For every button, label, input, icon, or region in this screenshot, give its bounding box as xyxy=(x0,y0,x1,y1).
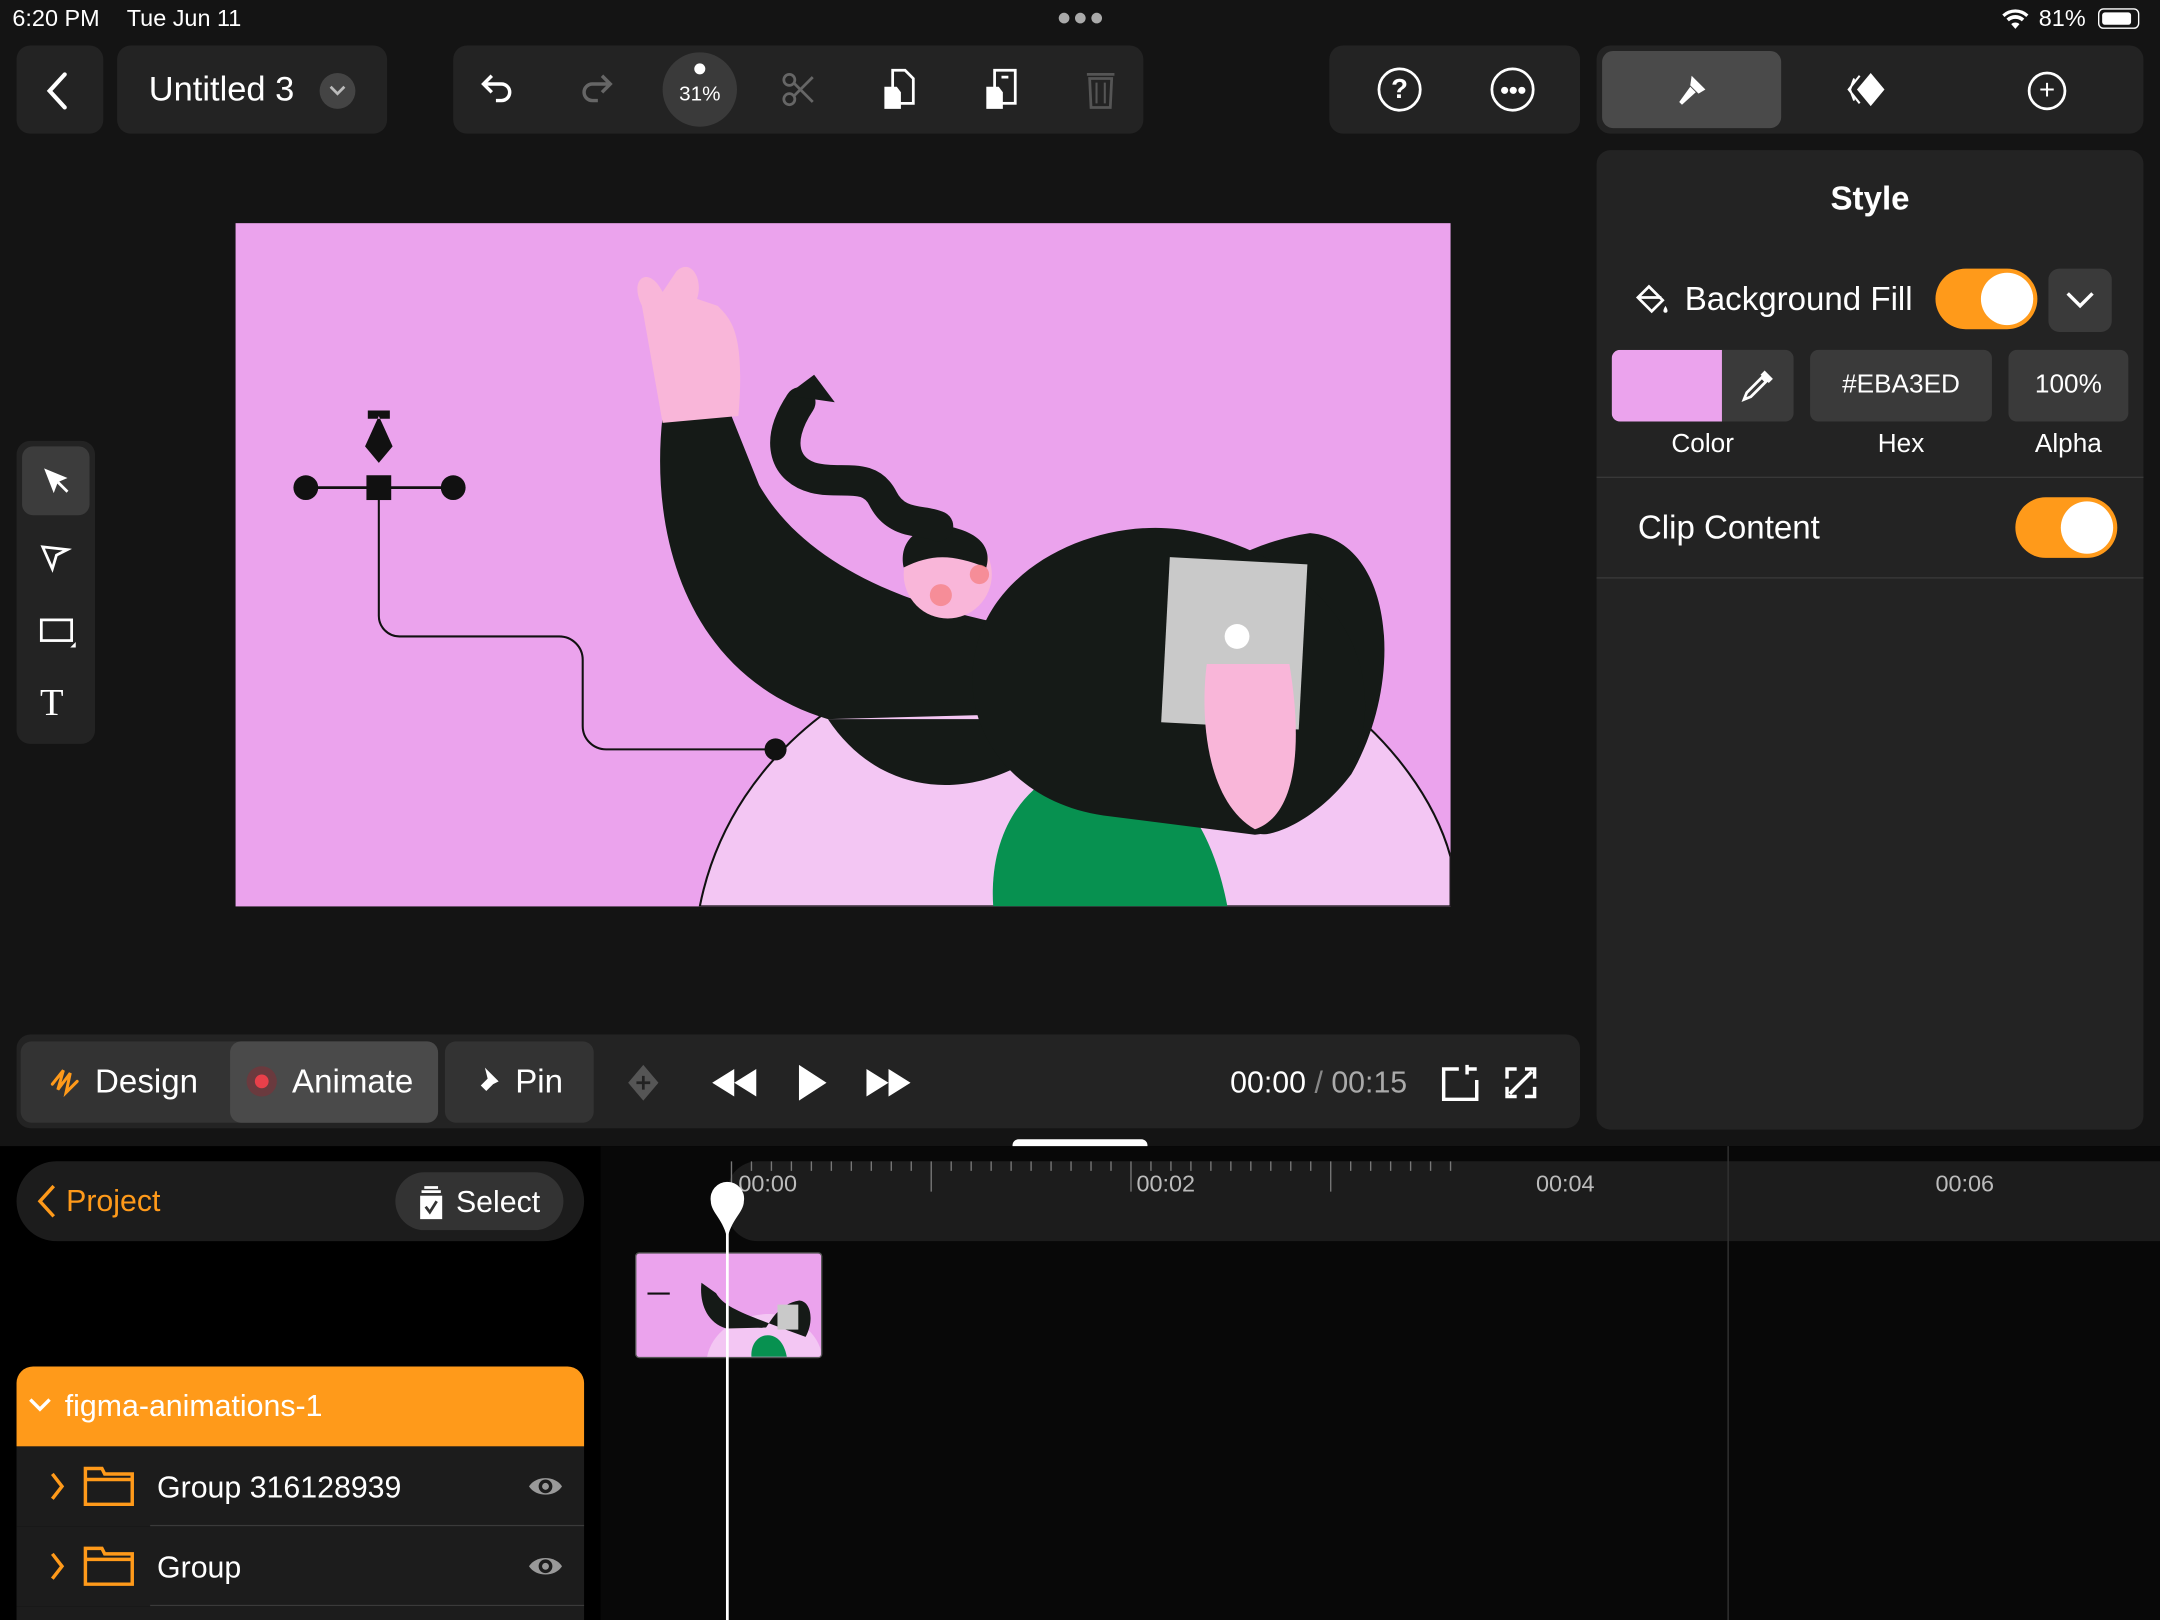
tab-style[interactable] xyxy=(1602,50,1782,129)
time-separator: / xyxy=(1314,1064,1323,1100)
tool-palette: T xyxy=(16,440,96,744)
loop-icon[interactable] xyxy=(1437,1062,1484,1103)
divider xyxy=(1596,476,2144,479)
help-icon[interactable]: ? xyxy=(1377,67,1422,112)
background-fill-toggle[interactable] xyxy=(1935,268,2038,330)
document-title: Untitled 3 xyxy=(148,70,295,109)
eye-icon[interactable] xyxy=(526,1473,565,1501)
copy-icon[interactable] xyxy=(875,65,925,115)
hex-label: Hex xyxy=(1877,429,1925,459)
layer-name: Group xyxy=(157,1549,242,1585)
playhead-line xyxy=(725,1184,729,1620)
mode-design[interactable]: Design xyxy=(95,1063,198,1102)
back-button[interactable] xyxy=(16,45,104,134)
illustration xyxy=(293,266,1451,907)
clip-content-toggle[interactable] xyxy=(2015,497,2118,558)
background-fill-expand[interactable] xyxy=(2048,268,2112,332)
canvas-artboard[interactable] xyxy=(235,223,1451,907)
undo-icon[interactable] xyxy=(472,65,522,115)
inspector-panel: Style Background Fill #EBA3ED 100% Color… xyxy=(1596,150,2144,1130)
more-icon[interactable]: ●●● xyxy=(1490,67,1535,112)
timeline-ruler[interactable]: 00:00 00:02 00:04 00:06 xyxy=(727,1161,2160,1242)
playhead-handle[interactable] xyxy=(708,1179,747,1240)
status-time: 6:20 PM xyxy=(12,5,100,32)
tick-label: 00:06 xyxy=(1935,1170,1995,1198)
playback-bar: Design Animate Pin 00:00 / 00:15 xyxy=(16,1034,1581,1129)
record-icon xyxy=(246,1066,277,1097)
inspector-title: Style xyxy=(1830,180,1910,218)
color-label: Color xyxy=(1671,429,1734,459)
play-icon[interactable] xyxy=(792,1059,833,1106)
hex-input[interactable]: #EBA3ED xyxy=(1810,349,1992,422)
select-tool[interactable] xyxy=(22,446,90,516)
design-icon xyxy=(47,1062,86,1101)
playback-time: 00:00 / 00:15 xyxy=(1230,1065,1407,1101)
layers-header: Project Select xyxy=(16,1161,585,1242)
layer-item[interactable]: Group xyxy=(16,1526,585,1607)
end-marker xyxy=(1727,1146,1729,1620)
tick-label: 00:00 xyxy=(738,1170,797,1198)
pin-label: Pin xyxy=(515,1063,563,1101)
pen-tool[interactable] xyxy=(34,537,75,578)
inspector-tabs: + xyxy=(1596,45,2144,134)
select-button[interactable]: Select xyxy=(395,1172,564,1231)
document-title-menu[interactable]: Untitled 3 xyxy=(117,45,388,134)
rewind-icon[interactable] xyxy=(707,1062,762,1103)
pin-button[interactable]: Pin xyxy=(444,1041,594,1123)
folder-icon xyxy=(83,1546,134,1586)
fast-forward-icon[interactable] xyxy=(861,1062,916,1103)
layer-name: Group 316128939 xyxy=(157,1469,402,1505)
battery-icon xyxy=(2098,8,2140,29)
help-more-toolbar: ? ●●● xyxy=(1329,45,1581,134)
add-keyframe-icon[interactable] xyxy=(624,1063,663,1102)
clip-content-label: Clip Content xyxy=(1637,509,1820,547)
tab-animation[interactable] xyxy=(1842,67,1894,111)
status-date: Tue Jun 11 xyxy=(126,5,242,32)
trash-icon[interactable] xyxy=(1076,65,1126,115)
zoom-level-button[interactable]: 31% xyxy=(662,52,737,127)
add-icon[interactable]: + xyxy=(2027,71,2067,111)
eyedropper-icon[interactable] xyxy=(1733,364,1783,408)
alpha-input[interactable]: 100% xyxy=(2008,349,2129,422)
paste-icon[interactable] xyxy=(977,65,1027,115)
color-well[interactable] xyxy=(1611,349,1794,422)
folder-icon xyxy=(83,1466,134,1507)
scissors-icon[interactable] xyxy=(774,65,824,115)
layer-root[interactable]: figma-animations-1 xyxy=(16,1366,585,1447)
tick-label: 00:02 xyxy=(1136,1170,1196,1198)
divider xyxy=(1596,577,2144,579)
current-time: 00:00 xyxy=(1230,1064,1307,1100)
text-tool[interactable]: T xyxy=(40,682,64,726)
color-swatch[interactable] xyxy=(1611,349,1722,422)
rectangle-tool[interactable] xyxy=(34,609,81,650)
project-back-button[interactable]: Project xyxy=(36,1183,161,1219)
battery-percent: 81% xyxy=(2038,5,2086,32)
edit-toolbar: 31% xyxy=(453,45,1144,134)
paint-bucket-icon xyxy=(1632,281,1671,320)
mode-animate[interactable]: Animate xyxy=(292,1063,413,1102)
chevron-down-icon xyxy=(319,73,356,109)
layer-item-partial xyxy=(16,1606,585,1620)
redo-icon[interactable] xyxy=(572,65,622,115)
select-label: Select xyxy=(455,1184,541,1220)
layer-root-name: figma-animations-1 xyxy=(64,1388,323,1424)
zoom-level: 31% xyxy=(679,82,721,107)
app-root: 6:20 PM Tue Jun 11 ●●● 81% Untitled 3 31… xyxy=(0,0,2160,1620)
tick-label: 00:04 xyxy=(1535,1170,1595,1198)
background-fill-label: Background Fill xyxy=(1684,281,1913,319)
eye-icon[interactable] xyxy=(526,1552,565,1580)
wifi-icon xyxy=(2000,7,2030,32)
layer-item[interactable]: Group 316128939 xyxy=(16,1446,585,1527)
project-label: Project xyxy=(66,1183,161,1218)
alpha-label: Alpha xyxy=(2034,429,2102,459)
fullscreen-icon[interactable] xyxy=(1500,1062,1541,1103)
multitask-dots-icon[interactable]: ●●● xyxy=(1057,3,1106,32)
total-time: 00:15 xyxy=(1331,1064,1408,1100)
